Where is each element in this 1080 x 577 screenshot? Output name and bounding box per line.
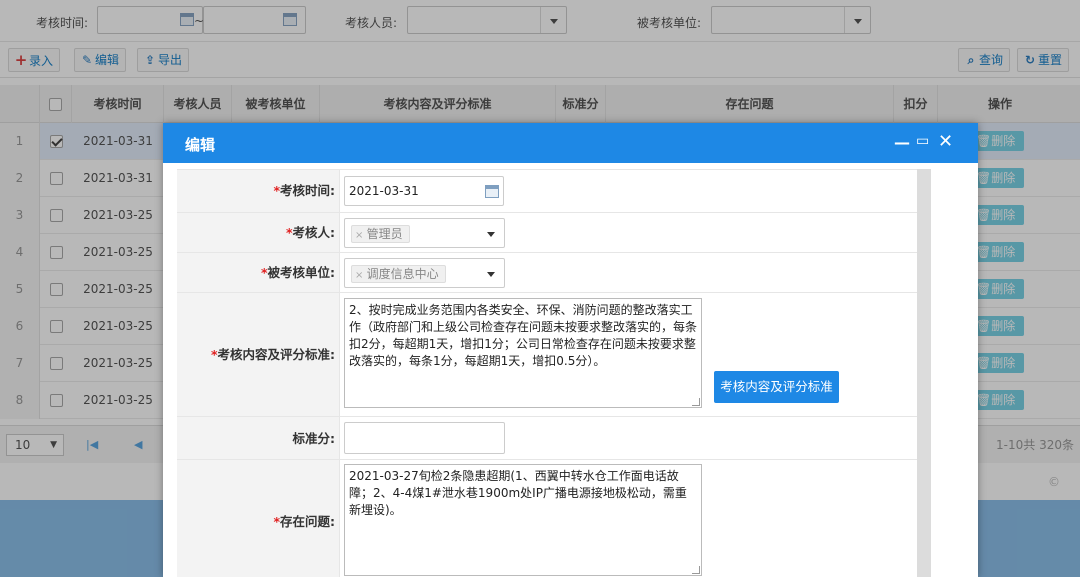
dialog-scrollbar[interactable] [917, 169, 931, 577]
edit-form: *考核时间: 2021-03-31 *考核人: × 管理员 *被考核单位: × … [177, 169, 931, 577]
row-score: 标准分: [177, 417, 931, 460]
content-text: 2、按时完成业务范围内各类安全、环保、消防问题的整改落实工作（政府部门和上级公司… [349, 303, 698, 368]
score-field[interactable] [344, 422, 505, 454]
dialog-body: *考核时间: 2021-03-31 *考核人: × 管理员 *被考核单位: × … [177, 169, 931, 577]
chevron-down-icon[interactable] [478, 219, 504, 247]
unit-label-text: 被考核单位: [267, 265, 336, 280]
unit-select[interactable]: × 调度信息中心 [344, 258, 505, 288]
time-value: 2021-03-31 [349, 184, 419, 198]
unit-tag-text: 调度信息中心 [366, 267, 439, 281]
issue-label-text: 存在问题: [280, 514, 335, 529]
maximize-icon[interactable]: ▭ [916, 133, 929, 149]
remove-icon[interactable]: × [355, 270, 367, 281]
content-textarea[interactable]: 2、按时完成业务范围内各类安全、环保、消防问题的整改落实工作（政府部门和上级公司… [344, 298, 702, 408]
chevron-down-icon[interactable] [478, 259, 504, 287]
issue-label: *存在问题: [177, 460, 340, 577]
row-time: *考核时间: 2021-03-31 [177, 170, 931, 213]
minimize-icon[interactable]: — [894, 133, 910, 152]
score-label-text: 标准分: [292, 431, 336, 446]
person-label-text: 考核人: [292, 225, 336, 240]
person-select[interactable]: × 管理员 [344, 218, 505, 248]
resize-grip-icon[interactable] [692, 398, 700, 406]
time-label: *考核时间: [177, 170, 340, 212]
edit-dialog: 编辑 — ▭ ✕ *考核时间: 2021-03-31 *考核人: × 管理员 *… [163, 123, 978, 577]
person-tag-text: 管理员 [366, 227, 403, 241]
issue-text: 2021-03-27旬检2条隐患超期(1、西翼中转水仓工作面电话故障；2、4-4… [349, 469, 687, 517]
score-label: 标准分: [177, 417, 340, 459]
issue-textarea[interactable]: 2021-03-27旬检2条隐患超期(1、西翼中转水仓工作面电话故障；2、4-4… [344, 464, 702, 576]
resize-grip-icon[interactable] [692, 566, 700, 574]
remove-icon[interactable]: × [355, 230, 367, 241]
dialog-title: 编辑 [185, 136, 216, 154]
dialog-header: 编辑 — ▭ ✕ [163, 123, 978, 163]
content-label-text: 考核内容及评分标准: [217, 347, 336, 362]
row-person: *考核人: × 管理员 [177, 213, 931, 253]
unit-label: *被考核单位: [177, 253, 340, 292]
time-label-text: 考核时间: [280, 183, 335, 198]
unit-tag[interactable]: × 调度信息中心 [351, 265, 446, 283]
time-field[interactable]: 2021-03-31 [344, 176, 504, 206]
person-tag[interactable]: × 管理员 [351, 225, 410, 243]
person-label: *考核人: [177, 213, 340, 252]
row-issue: *存在问题: 2021-03-27旬检2条隐患超期(1、西翼中转水仓工作面电话故… [177, 460, 931, 577]
calendar-icon[interactable] [485, 185, 499, 198]
close-icon[interactable]: ✕ [938, 131, 953, 152]
content-label: *考核内容及评分标准: [177, 293, 340, 416]
row-content: *考核内容及评分标准: 2、按时完成业务范围内各类安全、环保、消防问题的整改落实… [177, 293, 931, 417]
content-standard-button[interactable]: 考核内容及评分标准 [714, 371, 839, 403]
row-unit: *被考核单位: × 调度信息中心 [177, 253, 931, 293]
